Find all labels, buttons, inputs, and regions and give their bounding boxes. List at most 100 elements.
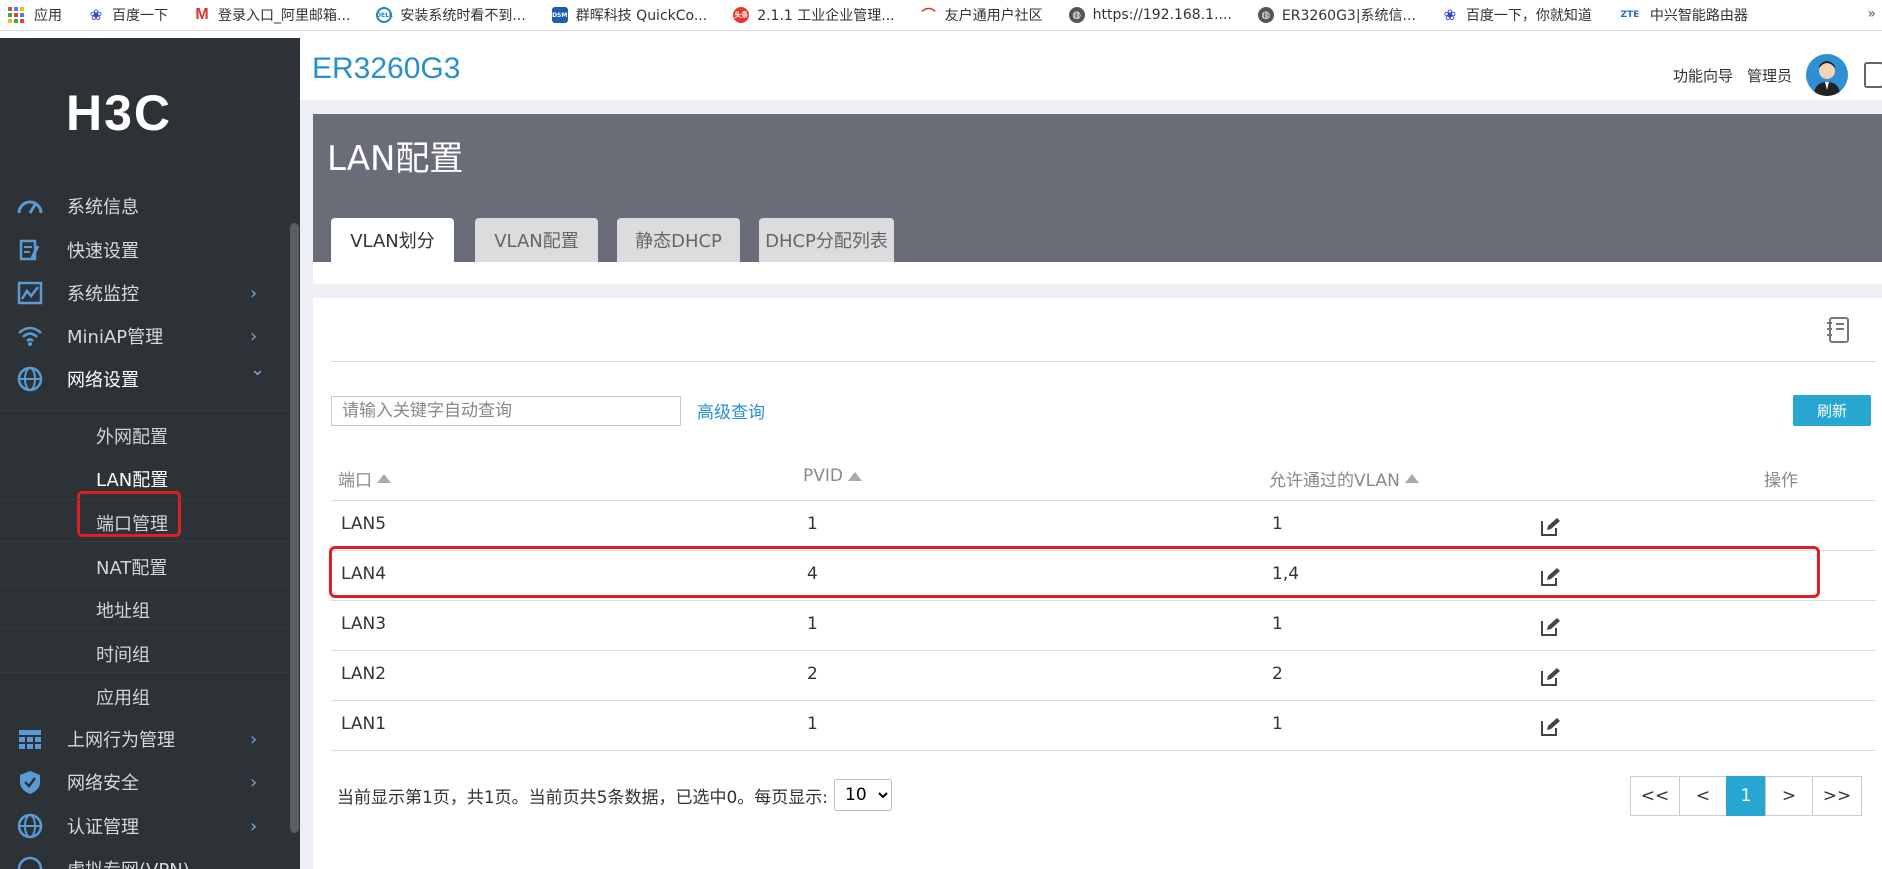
cell-port: LAN2 — [341, 664, 387, 684]
bookmark-yonyou[interactable]: ⌒ 友户通用户社区 — [921, 5, 1043, 25]
notes-icon[interactable] — [1826, 316, 1850, 344]
nav-network-settings[interactable]: 网络设置 ⌄ — [0, 359, 290, 399]
wizard-link[interactable]: 功能向导 — [1673, 65, 1733, 86]
divider — [0, 585, 290, 586]
bookmark-dell[interactable]: DELL 安装系统时看不到... — [376, 5, 526, 25]
table-row[interactable]: LAN3 1 1 — [331, 600, 1876, 650]
page-title: LAN配置 — [327, 139, 464, 179]
dsm-icon: DSM — [551, 7, 568, 23]
nav-behavior-management[interactable]: 上网行为管理 › — [0, 719, 290, 759]
chevron-right-icon: › — [250, 325, 258, 347]
nav-system-info[interactable]: 系统信息 — [0, 186, 290, 226]
bookmark-baidu[interactable]: ❀ 百度一下 — [88, 5, 168, 25]
nav-label: 虚拟专网(VPN) — [67, 856, 190, 869]
tab-dhcp-allocation-list[interactable]: DHCP分配列表 — [759, 218, 894, 262]
subnav-time-group[interactable]: 时间组 — [96, 641, 150, 667]
bookmarks-overflow-button[interactable]: » — [1867, 6, 1876, 22]
divider — [331, 361, 1876, 362]
tab-vlan-config[interactable]: VLAN配置 — [475, 218, 598, 262]
divider — [0, 541, 290, 542]
edit-icon[interactable] — [1539, 666, 1561, 688]
bookmark-synology[interactable]: DSM 群晖科技 QuickCo... — [551, 5, 708, 25]
notes-icon[interactable] — [1864, 62, 1882, 88]
chevron-down-icon: ⌄ — [250, 359, 266, 380]
table-row[interactable]: LAN5 1 1 — [331, 500, 1876, 550]
cell-pvid: 1 — [807, 514, 818, 534]
gauge-icon — [16, 192, 44, 220]
edit-icon[interactable] — [1539, 716, 1561, 738]
tab-vlan-partition[interactable]: VLAN划分 — [331, 218, 454, 262]
bookmark-er3260[interactable]: ◍ ER3260G3|系统信... — [1257, 5, 1416, 25]
bookmark-label: 群晖科技 QuickCo... — [575, 8, 708, 24]
nav-label: 上网行为管理 — [67, 730, 175, 751]
sidebar-scrollbar[interactable] — [290, 223, 299, 833]
prev-page-button[interactable]: < — [1679, 776, 1727, 816]
nav-vpn[interactable]: 虚拟专网(VPN) — [0, 849, 290, 869]
bookmark-apps[interactable]: 应用 — [8, 5, 62, 25]
subnav-nat-config[interactable]: NAT配置 — [96, 554, 167, 580]
subnav-wan-config[interactable]: 外网配置 — [96, 423, 168, 449]
chevron-right-icon: › — [250, 728, 258, 750]
last-page-button[interactable]: >> — [1812, 776, 1862, 816]
bookmark-router-ip[interactable]: ◍ https://192.168.1.... — [1068, 7, 1232, 23]
subnav-lan-config[interactable]: LAN配置 — [96, 466, 168, 492]
bookmark-label: 中兴智能路由器 — [1649, 8, 1748, 24]
nav-network-security[interactable]: 网络安全 › — [0, 762, 290, 802]
annotation-highlight-box — [329, 546, 1820, 598]
sort-up-icon — [848, 471, 862, 481]
column-header-allowed-vlan[interactable]: 允许通过的VLAN — [1269, 466, 1419, 491]
bookmark-label: 友户通用户社区 — [944, 8, 1043, 24]
user-name[interactable]: 管理员 — [1747, 65, 1792, 86]
nav-auth-management[interactable]: 认证管理 › — [0, 806, 290, 846]
monitor-chart-icon — [16, 279, 44, 307]
nav-system-monitor[interactable]: 系统监控 › — [0, 273, 290, 313]
edit-icon[interactable] — [1539, 616, 1561, 638]
subnav-port-management[interactable]: 端口管理 — [96, 510, 168, 536]
bookmark-label: 百度一下 — [112, 8, 168, 24]
table-row[interactable]: LAN1 1 1 — [331, 700, 1876, 750]
column-header-label: 端口 — [338, 471, 372, 491]
search-input[interactable] — [331, 396, 681, 426]
bookmark-baidu-2[interactable]: ❀ 百度一下，你就知道 — [1442, 5, 1592, 25]
tab-bar: VLAN划分 VLAN配置 静态DHCP DHCP分配列表 — [313, 202, 1882, 262]
column-header-pvid[interactable]: PVID — [803, 466, 862, 486]
refresh-button[interactable]: 刷新 — [1793, 395, 1871, 426]
pagination: << < 1 > >> — [1630, 776, 1862, 816]
baidu-paw-icon: ❀ — [89, 6, 103, 24]
globe-icon: ◍ — [1257, 7, 1274, 23]
nav-quick-setup[interactable]: 快速设置 — [0, 230, 290, 270]
cell-port: LAN1 — [341, 714, 387, 734]
bookmark-toutiao[interactable]: 头条 2.1.1 工业企业管理... — [733, 5, 895, 25]
sort-up-icon — [1404, 474, 1419, 483]
edit-icon[interactable] — [1539, 516, 1561, 538]
nav-label: MiniAP管理 — [67, 327, 164, 348]
bookmarks-bar: 应用 ❀ 百度一下 M 登录入口_阿里邮箱... DELL 安装系统时看不到..… — [0, 0, 1882, 31]
device-model: ER3260G3 — [312, 52, 461, 85]
subnav-address-group[interactable]: 地址组 — [96, 597, 150, 623]
nav-label: 系统信息 — [67, 197, 139, 218]
pagination-info: 当前显示第1页，共1页。当前页共5条数据，已选中0。每页显示: 10 — [337, 779, 892, 811]
tab-static-dhcp[interactable]: 静态DHCP — [617, 218, 740, 262]
bookmark-label: 2.1.1 工业企业管理... — [757, 8, 895, 24]
bookmark-label: 百度一下，你就知道 — [1465, 8, 1592, 24]
column-header-actions: 操作 — [1764, 466, 1798, 491]
page-1-button[interactable]: 1 — [1726, 776, 1766, 816]
cell-allowed-vlan: 1 — [1272, 614, 1283, 634]
nav-miniap[interactable]: MiniAP管理 › — [0, 316, 290, 356]
apps-grid-icon — [8, 7, 24, 23]
cell-allowed-vlan: 1 — [1272, 714, 1283, 734]
bookmark-aliyun-mail[interactable]: M 登录入口_阿里邮箱... — [194, 5, 350, 25]
subnav-app-group[interactable]: 应用组 — [96, 684, 150, 710]
advanced-search-link[interactable]: 高级查询 — [697, 398, 765, 423]
bookmark-label: 应用 — [34, 8, 62, 24]
first-page-button[interactable]: << — [1630, 776, 1680, 816]
page-size-select[interactable]: 10 — [834, 779, 892, 811]
chevron-right-icon: › — [250, 815, 258, 837]
table-row[interactable]: LAN2 2 2 — [331, 650, 1876, 700]
cell-pvid: 2 — [807, 664, 818, 684]
avatar[interactable] — [1806, 54, 1848, 96]
auth-globe-icon — [16, 812, 44, 840]
column-header-port[interactable]: 端口 — [338, 466, 391, 491]
next-page-button[interactable]: > — [1765, 776, 1813, 816]
bookmark-zte[interactable]: ZTE 中兴智能路由器 — [1618, 5, 1748, 25]
